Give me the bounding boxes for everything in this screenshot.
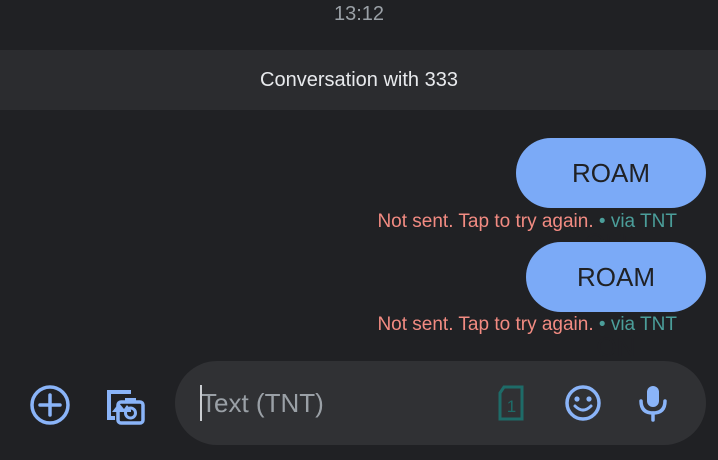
conversation-title: Conversation with 333 [260, 69, 458, 91]
emoji-button[interactable] [559, 379, 607, 427]
compose-bar: 1 [175, 361, 706, 445]
message-status[interactable]: Not sent. Tap to try again. • via TNT [377, 314, 677, 336]
send-error-text[interactable]: Not sent. Tap to try again. [377, 211, 593, 232]
status-bar: 13:12 [0, 0, 718, 30]
emoji-icon [565, 385, 601, 421]
text-cursor [200, 385, 202, 421]
conversation-banner: Conversation with 333 [0, 50, 718, 110]
message-bubble[interactable]: ROAM OFF [516, 138, 706, 258]
send-error-text[interactable]: Not sent. Tap to try again. [377, 314, 593, 335]
sim-card-icon: 1 [498, 385, 524, 421]
via-carrier-text: • via TNT [598, 211, 677, 232]
add-attachment-button[interactable] [26, 381, 74, 429]
status-time: 13:12 [333, 3, 385, 25]
gallery-camera-button[interactable] [100, 381, 148, 429]
microphone-icon [639, 386, 667, 422]
add-circle-icon [30, 385, 70, 425]
voice-input-button[interactable] [629, 379, 677, 427]
via-carrier-text: • via TNT [598, 314, 677, 335]
message-status[interactable]: Not sent. Tap to try again. • via TNT [377, 211, 677, 233]
message-bubble[interactable]: ROAM ON [526, 242, 706, 362]
messages-screen: 13:12 Conversation with 333 ROAM OFF Not… [0, 0, 718, 460]
sim-select-button[interactable]: 1 [489, 379, 533, 427]
message-text: ROAM ON [577, 262, 655, 362]
compose-text-field[interactable] [201, 381, 471, 425]
sim-number: 1 [507, 397, 516, 416]
gallery-camera-icon [107, 390, 145, 425]
